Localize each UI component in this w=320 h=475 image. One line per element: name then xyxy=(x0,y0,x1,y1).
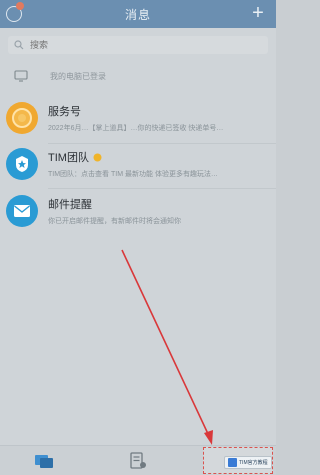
page-title: 消息 xyxy=(124,7,151,22)
tab-messages[interactable] xyxy=(34,452,54,470)
watermark-logo-icon xyxy=(228,458,237,467)
add-button[interactable]: + xyxy=(248,3,268,23)
conversation-name: TIM团队 xyxy=(48,152,89,164)
watermark-text: TIM官方教程 xyxy=(239,460,268,466)
official-badge-icon xyxy=(93,153,102,161)
conversation-name: 邮件提醒 xyxy=(48,199,92,211)
message-tab-icon xyxy=(35,455,53,468)
conversation-preview: 2022年6月…【掌上道具】…你的快递已签收 快递单号… xyxy=(48,125,224,132)
device-login-text: 我的电脑已登录 xyxy=(50,71,106,81)
conversation-item-tim-team[interactable]: TIM团队 TIM团队：点击查看 TIM 最新功能 体验更多有趣玩法… xyxy=(0,139,276,189)
search-bar[interactable] xyxy=(8,36,268,54)
computer-icon xyxy=(14,70,28,82)
search-icon xyxy=(14,40,24,50)
conversation-item-service[interactable]: 服务号 2022年6月…【掌上道具】…你的快递已签收 快递单号… xyxy=(0,93,276,143)
top-header: 消息 + xyxy=(0,0,276,28)
conversation-item-mail[interactable]: 邮件提醒 你已开启邮件提醒，有新邮件时将会通知你 xyxy=(0,186,276,236)
envelope-icon xyxy=(14,205,30,217)
profile-avatar-button[interactable] xyxy=(6,2,26,24)
search-input[interactable] xyxy=(30,40,230,50)
service-account-icon xyxy=(12,108,32,128)
conversation-name: 服务号 xyxy=(48,106,81,118)
tim-team-avatar xyxy=(6,148,38,180)
conversation-name-row: TIM团队 xyxy=(48,149,218,165)
tim-app: 消息 + 我的电脑已登录 服务号 2022年6月…【掌上道具】…你的快递已签 xyxy=(0,0,276,475)
watermark: TIM官方教程 xyxy=(224,456,272,469)
service-avatar xyxy=(6,102,38,134)
device-login-row[interactable]: 我的电脑已登录 xyxy=(0,66,276,86)
conversation-preview: TIM团队：点击查看 TIM 最新功能 体验更多有趣玩法… xyxy=(48,171,218,178)
notification-badge xyxy=(16,2,24,10)
conversation-preview: 你已开启邮件提醒，有新邮件时将会通知你 xyxy=(48,218,181,225)
tab-contacts[interactable] xyxy=(128,452,148,470)
plus-icon: + xyxy=(252,2,264,24)
star-badge-icon xyxy=(16,156,28,172)
contacts-tab-icon xyxy=(130,452,146,469)
mail-avatar xyxy=(6,195,38,227)
